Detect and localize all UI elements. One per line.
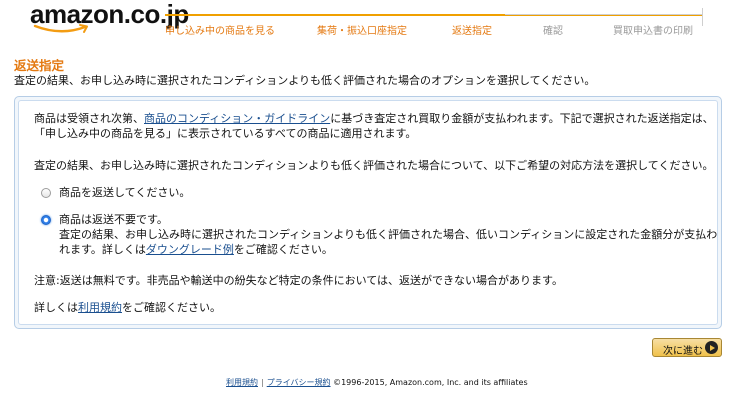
next-button-label: 次に進む [663,346,703,357]
desc-text: れます。詳しくは [59,243,146,256]
step-view-items[interactable]: 申し込み中の商品を見る [165,22,275,37]
no-return-desc-line-1: 査定の結果、お申し込み時に選択されたコンディションよりも低く評価された場合、低い… [59,228,718,241]
no-return-label[interactable]: 商品は返送不要です。 [59,212,168,227]
arrow-right-icon [705,341,718,354]
page-subtitle: 査定の結果、お申し込み時に選択されたコンディションよりも低く評価された場合のオプ… [14,74,596,87]
terms-line: 詳しくは利用規約をご確認ください。 [34,300,221,315]
intro-text: 商品は受領され次第、 [34,112,144,125]
return-note: 注意:返送は無料です。非売品や輸送中の紛失など特定の条件においては、返送ができな… [34,274,563,287]
step-pickup-account[interactable]: 集荷・振込口座指定 [317,22,407,37]
footer: 利用規約 | プライバシー規約 ©1996-2015, Amazon.com, In… [226,377,528,388]
footer-copyright: ©1996-2015, Amazon.com, Inc. and its aff… [333,378,528,387]
terms-text: 詳しくは [34,301,78,314]
step-return-option: 返送指定 [452,26,492,37]
no-return-radio[interactable] [41,215,51,225]
footer-separator: | [261,378,264,387]
footer-terms-link[interactable]: 利用規約 [226,378,258,387]
step-print-form: 買取申込書の印刷 [613,26,693,37]
footer-privacy-link[interactable]: プライバシー規約 [267,378,331,387]
terms-text-cont: をご確認ください。 [122,301,221,314]
progress-line-pending [505,14,702,15]
step-confirm: 確認 [543,26,563,37]
condition-guideline-link[interactable]: 商品のコンディション・ガイドライン [144,112,330,125]
no-return-desc-line-2: れます。詳しくはダウングレード例をご確認ください。 [59,242,333,257]
progress-end-marker [702,8,703,26]
downgrade-example-link[interactable]: ダウングレード例 [146,243,234,256]
return-item-radio[interactable] [41,188,51,198]
terms-link[interactable]: 利用規約 [78,301,122,314]
desc-text-cont: をご確認ください。 [233,243,333,256]
return-item-label[interactable]: 商品を返送してください。 [59,185,190,200]
intro-line-2: 「申し込み中の商品を見る」に表示されているすべての商品に適用されます。 [34,127,417,140]
next-button[interactable]: 次に進む [652,338,722,357]
intro-text-cont: に基づき査定され買取り金額が支払われます。下記で選択された返送指定は、 [330,112,714,125]
option-question: 査定の結果、お申し込み時に選択されたコンディションよりも低く評価された場合につい… [34,159,714,172]
amazon-smile-icon [33,24,88,33]
intro-line-1: 商品は受領され次第、商品のコンディション・ガイドラインに基づき査定され買取り金額… [34,111,714,126]
